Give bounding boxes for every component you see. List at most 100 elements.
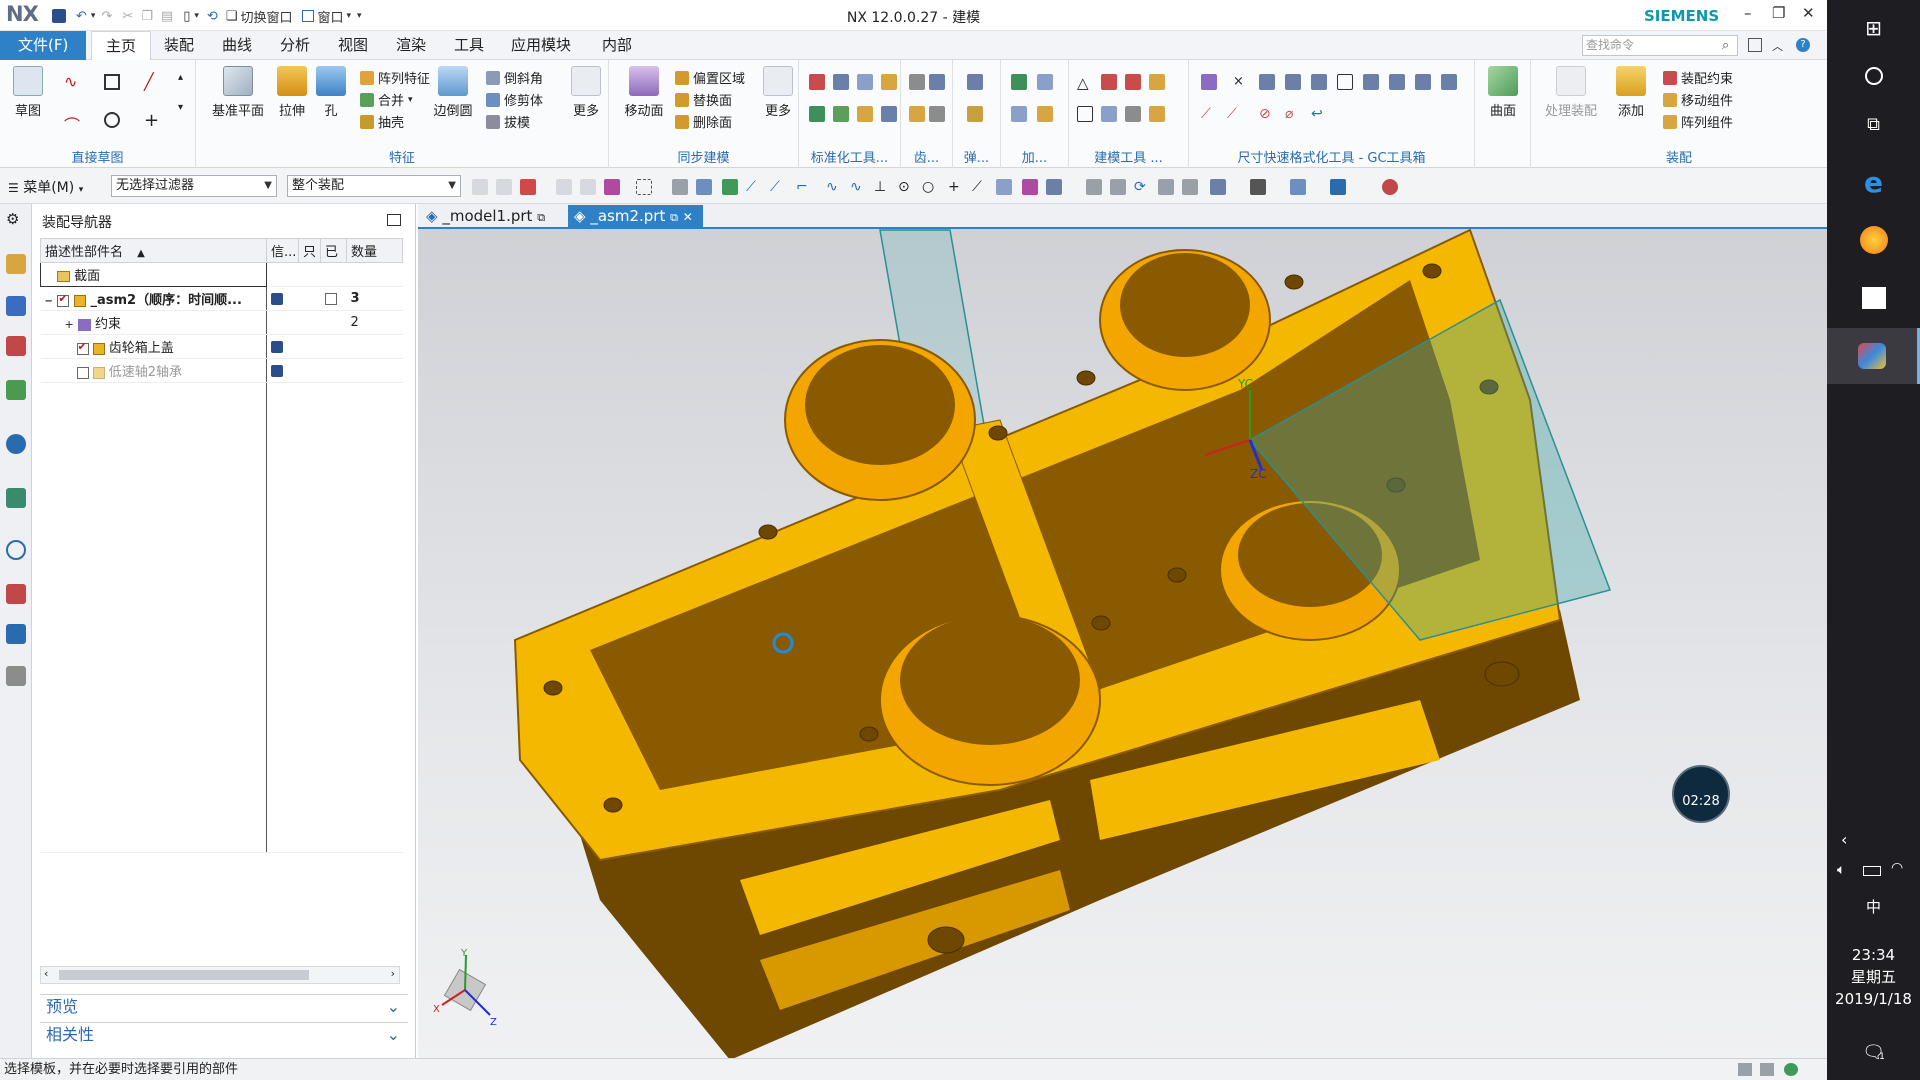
manufacturing-wizard-icon[interactable] [6,624,26,644]
visibility-checkbox[interactable] [76,340,89,355]
tool-icon[interactable] [1389,74,1405,90]
snap-icon[interactable]: ○ [922,179,938,195]
profile-icon[interactable]: ∿ [64,72,80,91]
part-navigator-icon[interactable] [6,336,26,356]
group-label-gear[interactable]: 齿... [901,147,952,166]
sync-more-button[interactable]: 更多 [761,66,795,119]
task-view-button[interactable]: ⧉ [1827,96,1920,152]
group-expand-icon[interactable]: ▾ [178,102,194,118]
arc-icon[interactable]: ⌒ [64,112,80,135]
action-center-button[interactable]: 🗨︎ 1 [1827,1024,1920,1080]
tab-render[interactable]: 渲染 [396,31,426,60]
tab-analysis[interactable]: 分析 [280,31,310,60]
delete-face-button[interactable]: 删除面 [675,112,732,131]
tool-icon[interactable] [1077,106,1093,122]
show-hidden-icons-chevron[interactable]: ‹ [1841,830,1847,849]
tool-icon[interactable] [909,106,925,122]
tool-icon[interactable]: ⟋ [1227,106,1243,122]
selection-tool-icon[interactable] [672,179,688,195]
network-icon[interactable]: ◠ [1891,860,1903,876]
tool-icon[interactable] [809,106,825,122]
table-row[interactable]: 截面 [40,262,403,287]
tool-icon[interactable] [967,106,983,122]
tool-icon[interactable] [967,74,983,90]
chamfer-button[interactable]: 倒斜角 [486,68,543,87]
tool-icon[interactable] [1037,74,1053,90]
snap-icon[interactable] [722,179,738,195]
pattern-component-button[interactable]: 阵列组件 [1663,112,1733,131]
tool-icon[interactable] [1101,106,1117,122]
group-label-machining[interactable]: 加... [1001,147,1068,166]
snap-icon[interactable] [1046,179,1062,195]
tool-icon[interactable] [881,106,897,122]
tool-icon[interactable] [909,74,925,90]
table-row[interactable]: − _asm2（顺序：时间顺... 3 [40,286,403,311]
tool-icon[interactable] [1125,106,1141,122]
edge-blend-button[interactable]: 边倒圆 [430,66,476,119]
selection-scope-dropdown[interactable]: 整个装配 ▼ [287,175,461,197]
snap-icon[interactable]: ⟋ [770,179,786,195]
add-component-button[interactable]: 添加 [1611,66,1651,119]
view-tool-icon[interactable] [1290,179,1306,195]
column-header-quantity[interactable]: 数量 [346,238,403,263]
tool-icon[interactable] [1149,106,1165,122]
snap-icon[interactable] [1022,179,1038,195]
replace-face-button[interactable]: 替换面 [675,90,732,109]
help-icon[interactable]: ? [1796,38,1810,52]
tool-icon[interactable] [1011,106,1027,122]
group-label-modeling-tools[interactable]: 建模工具 ... [1069,147,1188,166]
snap-icon[interactable]: ⟋ [746,179,762,195]
tool-icon[interactable] [833,106,849,122]
horizontal-scrollbar[interactable]: ‹ › [40,966,400,984]
tab-view[interactable]: 视图 [338,31,368,60]
view-tool-icon[interactable] [1250,179,1266,195]
process-studio-icon[interactable] [6,584,26,604]
table-row[interactable]: 低速轴2轴承 [40,358,403,383]
selection-tool-icon[interactable] [556,179,572,195]
tool-icon[interactable] [1259,74,1275,90]
datum-plane-button[interactable]: 基准平面 [208,66,268,119]
snap-icon[interactable]: ⟋ [972,179,988,195]
type-filter-dropdown[interactable]: 无选择过滤器 ▼ [111,175,277,197]
search-icon[interactable]: ⌕ [1722,38,1736,53]
tool-icon[interactable]: △ [1077,74,1093,92]
firefox-button[interactable] [1827,212,1920,268]
tool-icon[interactable] [929,74,945,90]
tool-icon[interactable] [1415,74,1431,90]
tool-icon[interactable] [1337,74,1353,90]
group-label-gc-toolkit[interactable]: 尺寸快速格式化工具 - GC工具箱 [1189,147,1474,166]
snap-icon[interactable]: + [948,179,964,195]
tool-icon[interactable] [857,74,873,90]
draft-button[interactable]: 拔模 [486,112,530,131]
tool-icon[interactable]: ⊘ [1259,106,1275,122]
view-tool-icon[interactable] [1210,179,1226,195]
battery-icon[interactable] [1863,866,1881,876]
reuse-library-icon[interactable] [6,380,26,400]
tool-icon[interactable] [1011,74,1027,90]
process-assembly-button[interactable]: 处理装配 [1535,66,1607,119]
restore-button[interactable]: ❐ [1772,4,1785,22]
minimize-button[interactable]: – [1744,4,1752,22]
tab-assembly[interactable]: 装配 [164,31,194,60]
tool-icon[interactable] [881,74,897,90]
snap-icon[interactable]: ⌐ [796,179,812,195]
tab-tools[interactable]: 工具 [454,31,484,60]
document-tab-asm2[interactable]: ◈ _asm2.prt ⧉ ✕ [568,205,703,228]
tool-icon[interactable] [1201,74,1217,90]
view-tool-icon[interactable] [1110,179,1126,195]
unite-button[interactable]: 合并 ▾ [360,90,413,109]
group-label-standardization[interactable]: 标准化工具... [799,147,900,166]
trim-body-button[interactable]: 修剪体 [486,90,543,109]
tool-icon[interactable]: ↩ [1311,106,1327,122]
tool-icon[interactable]: × [1233,74,1249,90]
column-header-readonly[interactable]: 只 [298,238,321,263]
maximize-panel-icon[interactable] [387,214,401,226]
web-browser-icon[interactable] [6,488,26,508]
group-scroll-up-icon[interactable]: ▴ [178,72,194,88]
view-tool-icon[interactable] [1182,179,1198,195]
visibility-checkbox[interactable] [57,292,70,307]
selection-tool-icon[interactable] [604,179,620,195]
assembly-constraints-button[interactable]: 装配约束 [1663,68,1733,87]
recording-timer[interactable]: 02:28 [1672,765,1730,823]
snap-icon[interactable]: ⊙ [898,179,914,195]
